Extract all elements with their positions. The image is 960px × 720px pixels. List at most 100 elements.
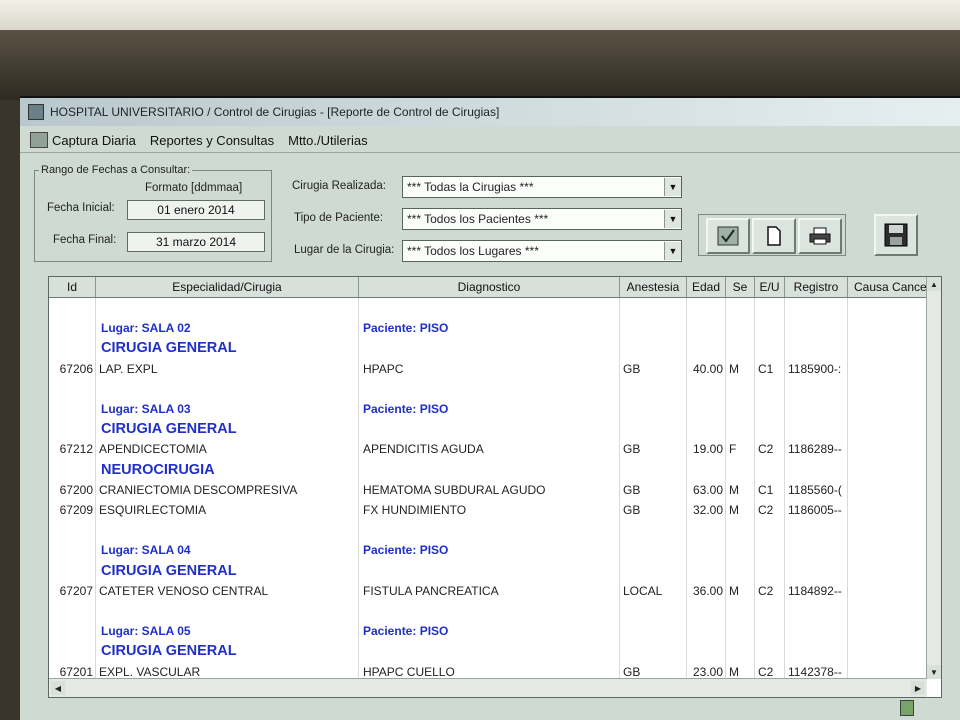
checkmark-icon: [717, 226, 739, 246]
cell-edad: 19.00: [692, 442, 723, 457]
cell-registro: 1185560-(: [788, 482, 842, 497]
status-icon: [900, 700, 914, 716]
column-header-sexo[interactable]: Se: [726, 277, 755, 297]
specialty-name: CIRUGIA GENERAL: [101, 562, 237, 579]
blank-row[interactable]: [49, 520, 927, 540]
date-format-label: Formato [ddmmaa]: [145, 182, 243, 194]
cell-sexo: M: [729, 482, 739, 497]
cell-diagnostico: HEMATOMA SUBDURAL AGUDO: [363, 482, 546, 497]
specialty-name: CIRUGIA GENERAL: [101, 421, 237, 438]
column-header-causa-cancelacion[interactable]: Causa Cance: [848, 277, 934, 297]
cell-edad: 32.00: [692, 503, 723, 517]
save-button[interactable]: [874, 214, 918, 256]
lugar-label: Lugar de la Cirugia:: [294, 244, 395, 256]
cell-id: 67209: [59, 503, 93, 517]
end-date-field[interactable]: 31 marzo 2014: [127, 232, 265, 252]
cell-edad: 63.00: [692, 482, 723, 497]
column-header-edad[interactable]: Edad: [687, 277, 726, 297]
window-title: HOSPITAL UNIVERSITARIO / Control de Ciru…: [50, 105, 500, 119]
paper-background: [0, 0, 960, 34]
group-row[interactable]: Lugar: SALA 02 Paciente: PISO: [49, 318, 927, 338]
cell-edad: 36.00: [692, 583, 723, 598]
cell-eu: C1: [758, 361, 774, 376]
table-row[interactable]: 67209 ESQUIRLECTOMIA FX HUNDIMIENTO GB 32.00…: [49, 500, 927, 520]
specialty-row[interactable]: CIRUGIA GENERAL: [49, 561, 927, 581]
column-header-id[interactable]: Id: [49, 277, 96, 297]
floppy-disk-icon: [884, 223, 908, 247]
blank-row[interactable]: [49, 298, 927, 318]
print-button[interactable]: [798, 218, 842, 254]
group-lugar: Lugar: SALA 03: [101, 402, 191, 416]
menu-mtto-utilerias[interactable]: Mtto./Utilerias: [288, 133, 367, 148]
column-header-anestesia[interactable]: Anestesia: [620, 277, 687, 297]
blank-row[interactable]: [49, 379, 927, 399]
cell-id: 67206: [59, 361, 93, 376]
column-header-diagnostico[interactable]: Diagnostico: [359, 277, 620, 297]
cell-eu: C2: [758, 583, 774, 598]
group-paciente: Paciente: PISO: [363, 624, 449, 639]
specialty-row[interactable]: CIRUGIA GENERAL: [49, 338, 927, 358]
column-header-eu[interactable]: E/U: [755, 277, 785, 297]
vertical-scrollbar[interactable]: ▲ ▼: [926, 277, 941, 679]
specialty-row[interactable]: CIRUGIA GENERAL: [49, 641, 927, 661]
menu-captura-diaria[interactable]: Captura Diaria: [52, 133, 136, 148]
grid-header: Id Especialidad/Cirugia Diagnostico Anes…: [49, 277, 941, 298]
start-date-field[interactable]: 01 enero 2014: [127, 200, 265, 220]
cell-sexo: F: [729, 442, 737, 457]
table-row[interactable]: 67207 CATETER VENOSO CENTRAL FISTULA PANCR…: [49, 581, 927, 601]
cirugia-select[interactable]: *** Todas la Cirugias *** ▼: [402, 176, 682, 198]
blank-row[interactable]: [49, 601, 927, 621]
group-row[interactable]: Lugar: SALA 03 Paciente: PISO: [49, 399, 927, 419]
specialty-row[interactable]: NEUROCIRUGIA: [49, 460, 927, 480]
scroll-down-icon[interactable]: ▼: [927, 665, 941, 679]
cell-diagnostico: HPAPC: [363, 361, 404, 376]
cell-anestesia: LOCAL: [623, 583, 663, 598]
accept-button[interactable]: [706, 218, 750, 254]
tipo-paciente-select-value: *** Todos los Pacientes ***: [407, 212, 549, 226]
lugar-select[interactable]: *** Todos los Lugares *** ▼: [402, 240, 682, 262]
table-row[interactable]: 67206 LAP. EXPL HPAPC GB 40.00 M C1 1185900-:: [49, 359, 927, 379]
group-row[interactable]: Lugar: SALA 04 Paciente: PISO: [49, 540, 927, 560]
menu-app-icon[interactable]: [30, 132, 48, 148]
scroll-left-icon[interactable]: ◀: [51, 681, 65, 695]
printer-icon: [809, 227, 831, 245]
cell-registro: 1186289--: [788, 442, 842, 457]
scroll-right-icon[interactable]: ▶: [911, 681, 925, 695]
table-row[interactable]: 67212 APENDICECTOMIA APENDICITIS AGUDA GB 19…: [49, 439, 927, 459]
tipo-paciente-select[interactable]: *** Todos los Pacientes *** ▼: [402, 208, 682, 230]
cell-anestesia: GB: [623, 442, 641, 457]
surgery-report-grid[interactable]: Id Especialidad/Cirugia Diagnostico Anes…: [48, 276, 942, 698]
new-button[interactable]: [752, 218, 796, 254]
status-bar: [20, 700, 960, 720]
group-paciente: Paciente: PISO: [363, 321, 449, 336]
chevron-down-icon[interactable]: ▼: [664, 178, 681, 196]
chevron-down-icon[interactable]: ▼: [664, 242, 681, 260]
horizontal-scrollbar[interactable]: ◀ ▶: [49, 678, 927, 697]
cell-diagnostico: FISTULA PANCREATICA: [363, 583, 499, 598]
cell-eu: C2: [758, 442, 774, 457]
cell-anestesia: GB: [623, 503, 641, 517]
menu-reportes-consultas[interactable]: Reportes y Consultas: [150, 133, 274, 148]
group-lugar: Lugar: SALA 02: [101, 321, 191, 336]
chevron-down-icon[interactable]: ▼: [664, 210, 681, 228]
scroll-up-icon[interactable]: ▲: [927, 277, 941, 291]
column-header-especialidad[interactable]: Especialidad/Cirugia: [96, 277, 359, 297]
cell-cirugia: CRANIECTOMIA DESCOMPRESIVA: [99, 482, 298, 497]
cell-registro: 1186005--: [788, 503, 842, 517]
cirugia-select-value: *** Todas la Cirugias ***: [407, 180, 534, 194]
cell-sexo: M: [729, 361, 739, 376]
cirugia-label: Cirugia Realizada:: [292, 180, 386, 192]
lugar-select-value: *** Todos los Lugares ***: [407, 244, 539, 258]
group-row[interactable]: Lugar: SALA 05 Paciente: PISO: [49, 621, 927, 641]
tipo-paciente-label: Tipo de Paciente:: [294, 212, 384, 224]
cell-id: 67212: [59, 442, 93, 457]
cell-edad: 40.00: [692, 361, 723, 376]
date-range-legend: Rango de Fechas a Consultar:: [41, 164, 191, 176]
table-row[interactable]: 67200 CRANIECTOMIA DESCOMPRESIVA HEMATOMA …: [49, 480, 927, 500]
column-header-registro[interactable]: Registro: [785, 277, 848, 297]
specialty-name: CIRUGIA GENERAL: [101, 643, 237, 660]
title-bar: HOSPITAL UNIVERSITARIO / Control de Ciru…: [20, 98, 960, 126]
specialty-row[interactable]: CIRUGIA GENERAL: [49, 419, 927, 439]
cell-sexo: M: [729, 503, 739, 517]
specialty-name: NEUROCIRUGIA: [101, 461, 215, 478]
